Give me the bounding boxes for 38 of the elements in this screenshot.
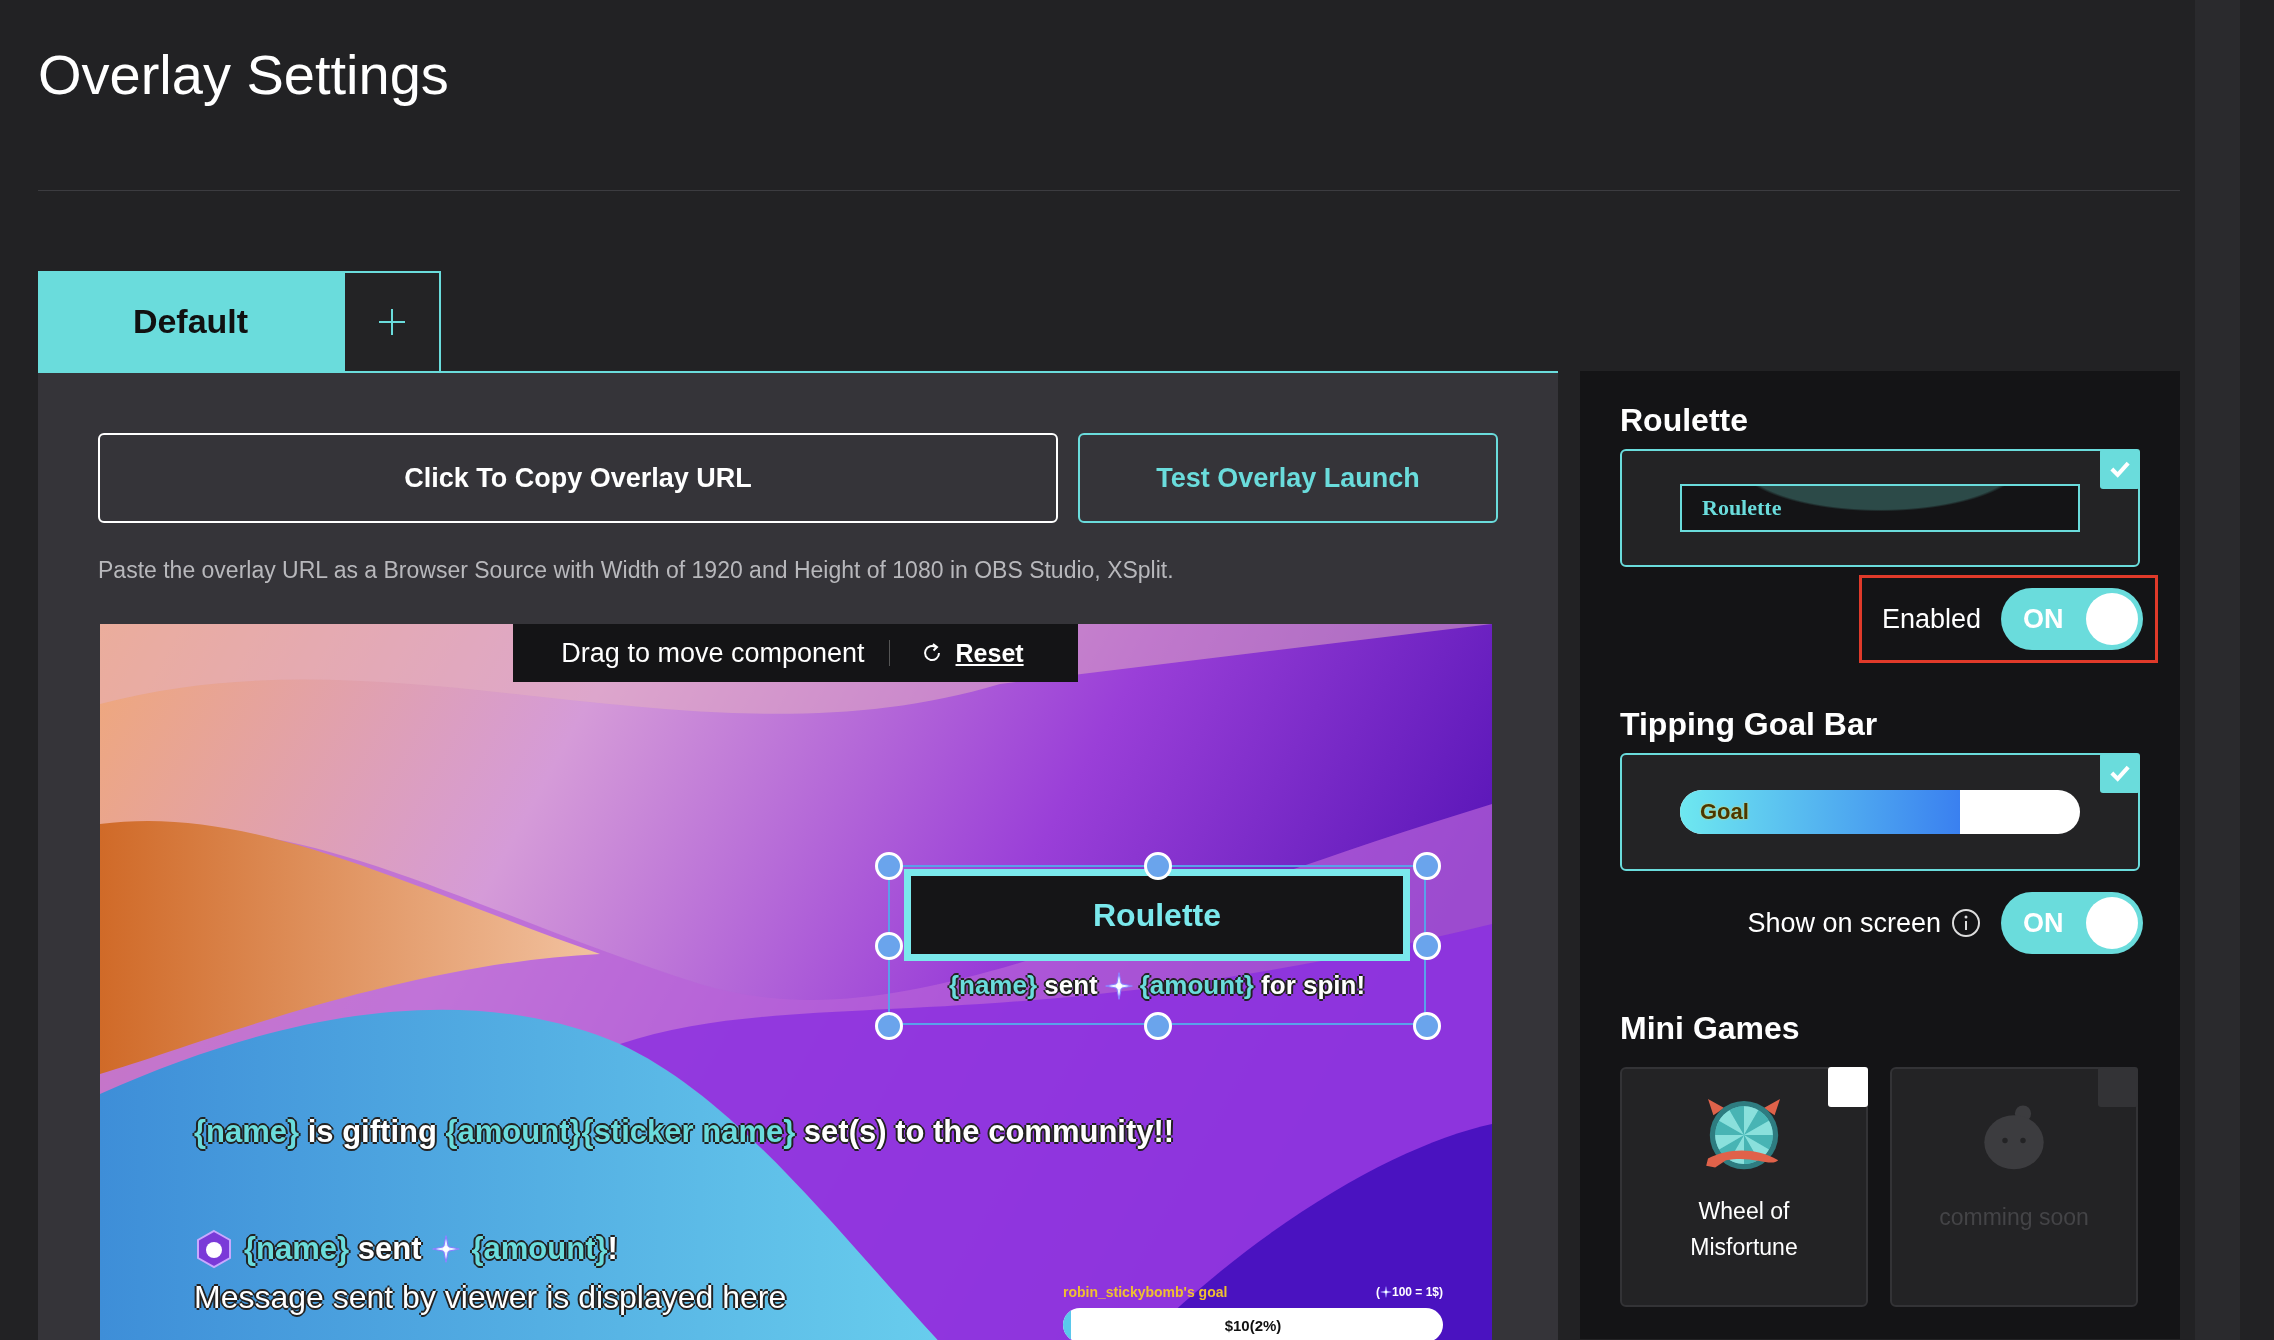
checkbox[interactable] — [2100, 449, 2140, 489]
page-title: Overlay Settings — [37, 42, 450, 108]
roulette-banner: Roulette — [904, 869, 1410, 961]
goal-bar-thumbnail: Goal — [1680, 790, 2080, 834]
hint-text: Paste the overlay URL as a Browser Source with Width of 1920 and Height of 1080 in OBS Studio, XSplit. — [98, 557, 1175, 584]
add-tab-button[interactable] — [343, 271, 441, 371]
viewer-message: Message sent by viewer is displayed here — [194, 1279, 787, 1316]
section-heading: Roulette — [1620, 401, 1749, 440]
hexagon-badge-icon — [194, 1229, 234, 1269]
sent-message: {name} sent — [244, 1231, 422, 1267]
section-heading: Mini Games — [1620, 1009, 1801, 1048]
info-icon[interactable] — [1951, 908, 1981, 938]
tab[interactable]: Default — [38, 271, 343, 371]
rate-text: 100 = 1$) — [1391, 1285, 1443, 1299]
drag-hint: Drag to move component — [561, 637, 865, 669]
overlay-caption: {name} sent — [948, 970, 1098, 1001]
checkbox[interactable] — [2100, 753, 2140, 793]
overlay-caption: {amount} for spin! — [1139, 970, 1366, 1001]
sent-message: {amount}! — [471, 1231, 618, 1267]
goal-label: robin_stickybomb's goal — [1063, 1284, 1228, 1300]
game-label: Wheel of Misfortune — [1689, 1197, 1799, 1262]
game-card[interactable]: Wheel of Misfortune — [1620, 1067, 1868, 1307]
toggle-label: Show on screen — [1747, 907, 1941, 939]
test-overlay-button[interactable]: Test Overlay Launch — [1078, 433, 1498, 523]
plus-icon — [377, 307, 407, 337]
sparkle-icon — [1103, 970, 1134, 1001]
reset-button[interactable]: Reset — [913, 637, 1030, 669]
rate-text: ( — [1375, 1285, 1380, 1299]
roulette-thumbnail: Roulette — [1680, 484, 2080, 532]
checkbox[interactable] — [1828, 1067, 1868, 1107]
goal-bar-card[interactable]: Goal — [1620, 753, 2140, 871]
sparkle-icon — [1379, 1286, 1392, 1298]
toggle-label: Enabled — [1881, 603, 1981, 635]
section-heading: Tipping Goal Bar — [1620, 705, 1879, 744]
roulette-card[interactable]: Roulette — [1620, 449, 2140, 567]
sparkle-icon — [431, 1234, 462, 1264]
copy-url-button[interactable]: Click To Copy Overlay URL — [98, 433, 1058, 523]
goal-progress-bar: $10(2%) — [1063, 1308, 1443, 1340]
